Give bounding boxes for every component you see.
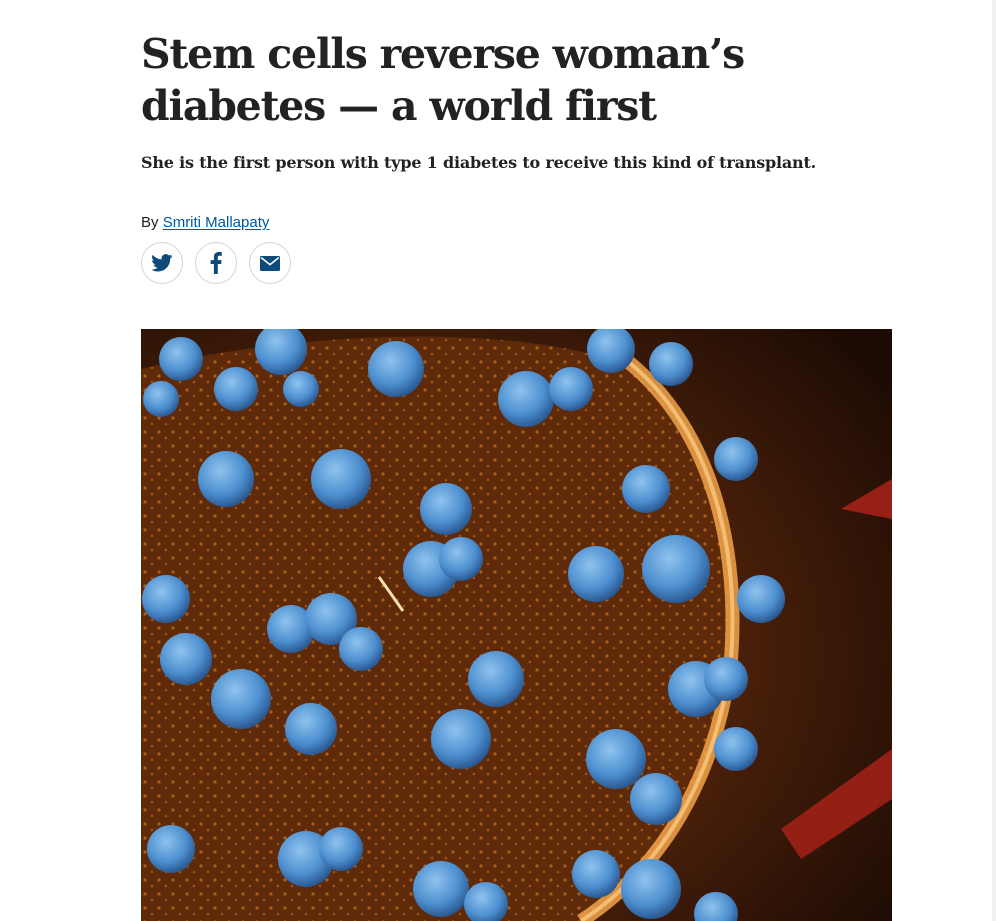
- twitter-icon: [151, 254, 173, 272]
- hero-image: [141, 329, 892, 921]
- share-buttons: [141, 242, 291, 284]
- article-standfirst: She is the first person with type 1 diab…: [141, 153, 817, 172]
- facebook-icon: [210, 252, 222, 274]
- byline-prefix: By: [141, 214, 159, 231]
- share-email-button[interactable]: [249, 242, 291, 284]
- email-icon: [260, 255, 280, 271]
- share-facebook-button[interactable]: [195, 242, 237, 284]
- share-twitter-button[interactable]: [141, 242, 183, 284]
- page-scrollbar[interactable]: [992, 0, 996, 921]
- byline: By Smriti Mallapaty: [141, 213, 269, 233]
- article-headline: Stem cells reverse woman’s diabetes — a …: [141, 30, 745, 130]
- cell-micrograph: [141, 329, 892, 921]
- author-link[interactable]: Smriti Mallapaty: [163, 214, 270, 231]
